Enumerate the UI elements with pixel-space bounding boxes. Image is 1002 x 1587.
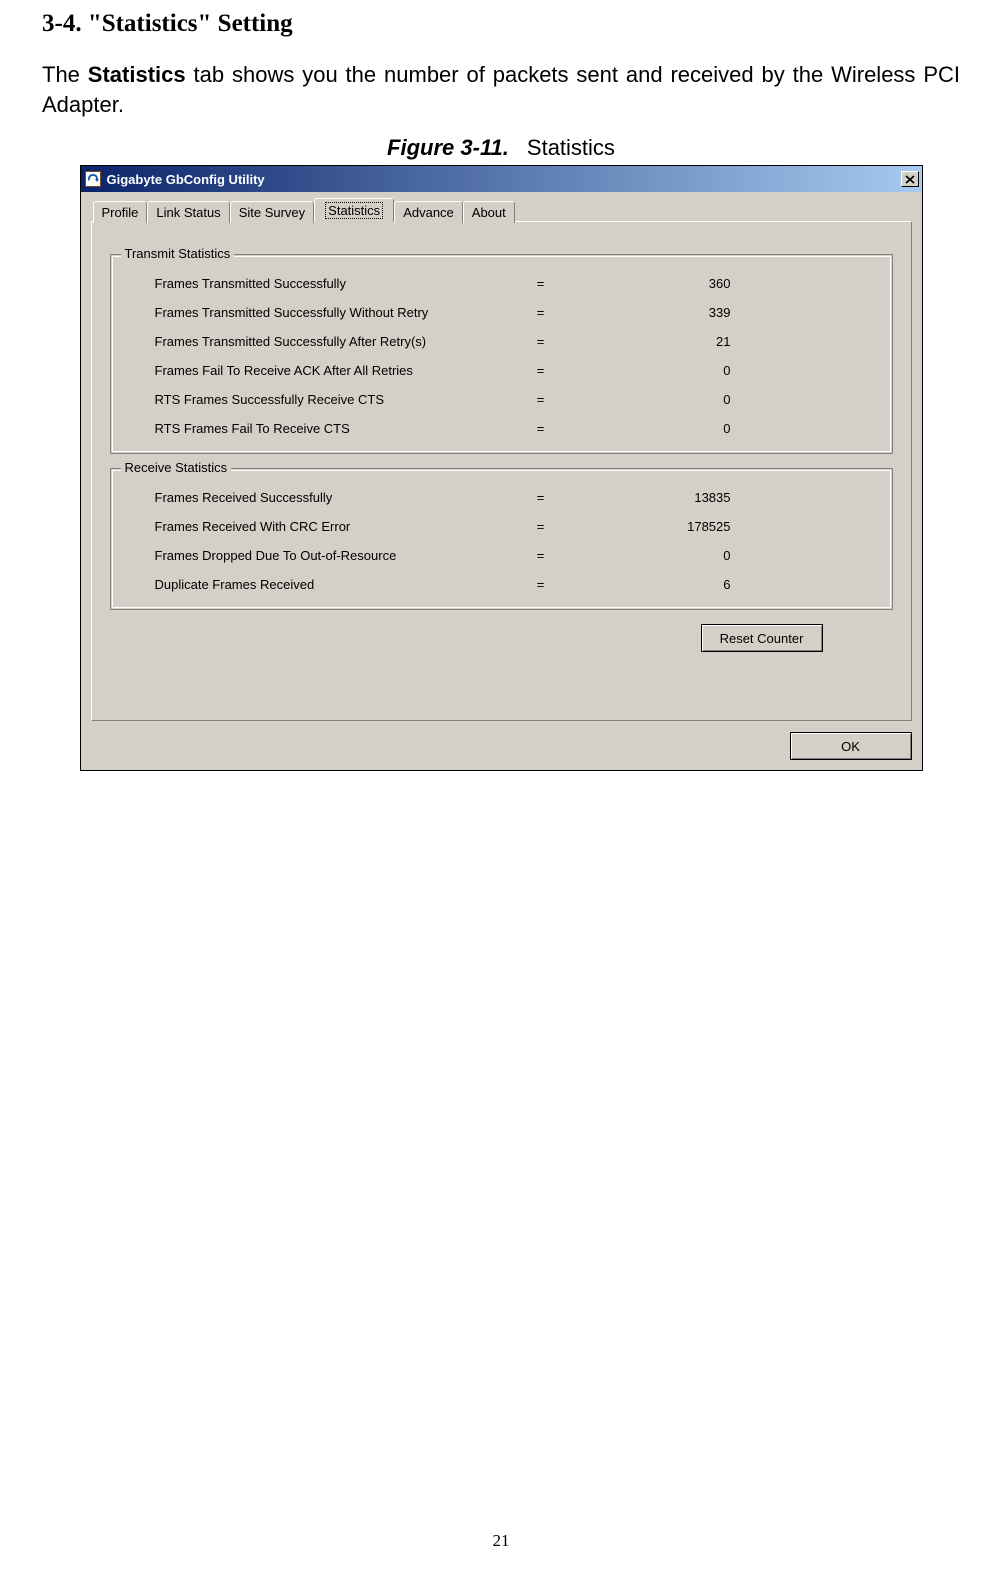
- stat-value: 21: [551, 334, 731, 349]
- stat-value: 0: [551, 421, 731, 436]
- dialog-window: Gigabyte GbConfig Utility Profile Link S…: [80, 165, 923, 771]
- stat-eq: =: [531, 276, 551, 291]
- stat-eq: =: [531, 392, 551, 407]
- figure-title: Statistics: [527, 135, 615, 160]
- titlebar: Gigabyte GbConfig Utility: [81, 166, 922, 192]
- tab-link-status-label: Link Status: [156, 205, 220, 220]
- stat-row: Frames Transmitted Successfully = 360: [155, 269, 872, 298]
- stat-eq: =: [531, 490, 551, 505]
- tab-statistics[interactable]: Statistics: [314, 198, 394, 222]
- titlebar-text: Gigabyte GbConfig Utility: [107, 172, 901, 187]
- body-text-pre: The: [42, 62, 88, 87]
- stat-value: 13835: [551, 490, 731, 505]
- tab-advance-label: Advance: [403, 205, 454, 220]
- app-icon: [85, 171, 101, 187]
- stat-row: Frames Transmitted Successfully Without …: [155, 298, 872, 327]
- stat-label: Duplicate Frames Received: [155, 577, 531, 592]
- stat-value: 360: [551, 276, 731, 291]
- figure-label: Figure 3-11.: [387, 135, 509, 160]
- tab-link-status[interactable]: Link Status: [147, 201, 229, 223]
- stat-eq: =: [531, 548, 551, 563]
- receive-statistics-group: Receive Statistics Frames Received Succe…: [110, 468, 893, 610]
- close-icon: [905, 175, 915, 184]
- tab-site-survey[interactable]: Site Survey: [230, 201, 314, 223]
- stat-value: 0: [551, 363, 731, 378]
- stat-eq: =: [531, 577, 551, 592]
- stat-label: Frames Received With CRC Error: [155, 519, 531, 534]
- stat-row: Frames Received With CRC Error = 178525: [155, 512, 872, 541]
- stat-eq: =: [531, 421, 551, 436]
- stat-row: Duplicate Frames Received = 6: [155, 570, 872, 599]
- reset-counter-button[interactable]: Reset Counter: [701, 624, 823, 652]
- close-button[interactable]: [901, 171, 919, 187]
- stat-value: 6: [551, 577, 731, 592]
- stat-value: 0: [551, 392, 731, 407]
- stat-row: Frames Transmitted Successfully After Re…: [155, 327, 872, 356]
- transmit-statistics-group: Transmit Statistics Frames Transmitted S…: [110, 254, 893, 454]
- stat-row: Frames Received Successfully = 13835: [155, 483, 872, 512]
- stat-value: 0: [551, 548, 731, 563]
- stat-label: RTS Frames Fail To Receive CTS: [155, 421, 531, 436]
- stat-row: RTS Frames Fail To Receive CTS = 0: [155, 414, 872, 443]
- stat-row: Frames Fail To Receive ACK After All Ret…: [155, 356, 872, 385]
- tab-profile[interactable]: Profile: [93, 201, 148, 223]
- ok-button[interactable]: OK: [790, 732, 912, 760]
- tab-panel: Transmit Statistics Frames Transmitted S…: [91, 221, 912, 721]
- transmit-legend: Transmit Statistics: [121, 246, 235, 261]
- stat-eq: =: [531, 519, 551, 534]
- section-heading: 3-4. "Statistics" Setting: [42, 10, 960, 38]
- stat-label: Frames Fail To Receive ACK After All Ret…: [155, 363, 531, 378]
- body-text-bold: Statistics: [88, 62, 186, 87]
- stat-eq: =: [531, 363, 551, 378]
- stat-eq: =: [531, 334, 551, 349]
- stat-eq: =: [531, 305, 551, 320]
- stat-label: RTS Frames Successfully Receive CTS: [155, 392, 531, 407]
- stat-value: 339: [551, 305, 731, 320]
- tab-statistics-label: Statistics: [325, 202, 383, 219]
- figure-caption: Figure 3-11. Statistics: [42, 135, 960, 161]
- tab-about[interactable]: About: [463, 201, 515, 223]
- stat-label: Frames Transmitted Successfully: [155, 276, 531, 291]
- stat-row: Frames Dropped Due To Out-of-Resource = …: [155, 541, 872, 570]
- section-body: The Statistics tab shows you the number …: [42, 60, 960, 119]
- stat-label: Frames Received Successfully: [155, 490, 531, 505]
- page-number: 21: [0, 1531, 1002, 1551]
- stat-row: RTS Frames Successfully Receive CTS = 0: [155, 385, 872, 414]
- stat-value: 178525: [551, 519, 731, 534]
- tab-advance[interactable]: Advance: [394, 201, 463, 223]
- tab-profile-label: Profile: [102, 205, 139, 220]
- tab-about-label: About: [472, 205, 506, 220]
- stat-label: Frames Transmitted Successfully After Re…: [155, 334, 531, 349]
- tab-strip: Profile Link Status Site Survey Statisti…: [93, 198, 912, 222]
- receive-legend: Receive Statistics: [121, 460, 232, 475]
- tab-site-survey-label: Site Survey: [239, 205, 305, 220]
- stat-label: Frames Transmitted Successfully Without …: [155, 305, 531, 320]
- stat-label: Frames Dropped Due To Out-of-Resource: [155, 548, 531, 563]
